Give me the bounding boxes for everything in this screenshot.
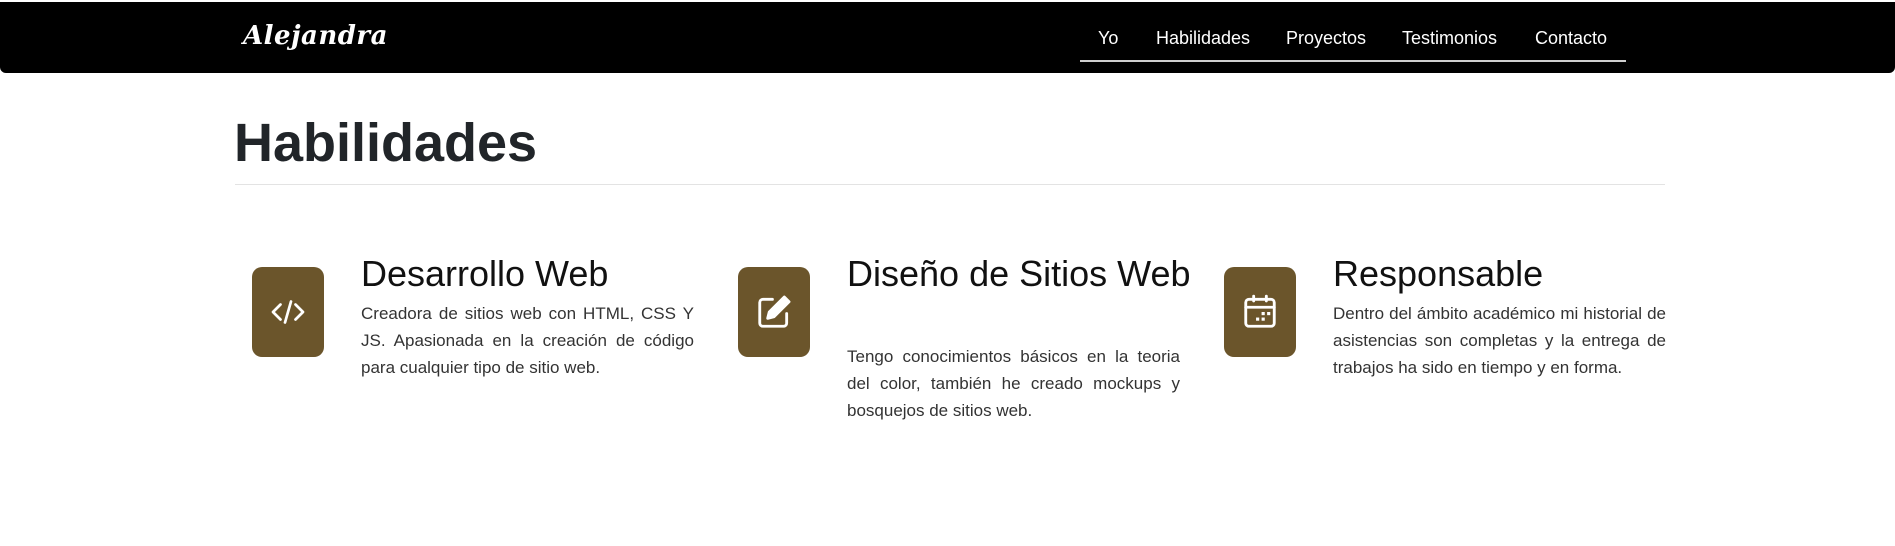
code-icon	[252, 267, 324, 357]
nav-link-testimonios[interactable]: Testimonios	[1402, 28, 1497, 49]
nav-menu: Yo Habilidades Proyectos Testimonios Con…	[1080, 18, 1626, 62]
feature-title: Diseño de Sitios Web	[847, 253, 1191, 294]
section-divider	[235, 184, 1665, 185]
section-title: Habilidades	[234, 113, 538, 173]
calendar-icon	[1224, 267, 1296, 357]
edit-icon	[738, 267, 810, 357]
nav-link-habilidades[interactable]: Habilidades	[1156, 28, 1250, 49]
brand-logo[interactable]: Alejandra	[243, 21, 388, 51]
navbar: Alejandra Yo Habilidades Proyectos Testi…	[0, 2, 1895, 73]
feature-description: Creadora de sitios web con HTML, CSS Y J…	[361, 304, 694, 377]
nav-link-yo[interactable]: Yo	[1098, 28, 1118, 49]
feature-title: Desarrollo Web	[361, 253, 609, 294]
nav-link-proyectos[interactable]: Proyectos	[1286, 28, 1366, 49]
nav-link-contacto[interactable]: Contacto	[1535, 28, 1607, 49]
feature-description: Dentro del ámbito académico mi historial…	[1333, 304, 1666, 377]
feature-description: Tengo conocimientos básicos en la teoria…	[847, 347, 1180, 420]
feature-title: Responsable	[1333, 253, 1544, 294]
